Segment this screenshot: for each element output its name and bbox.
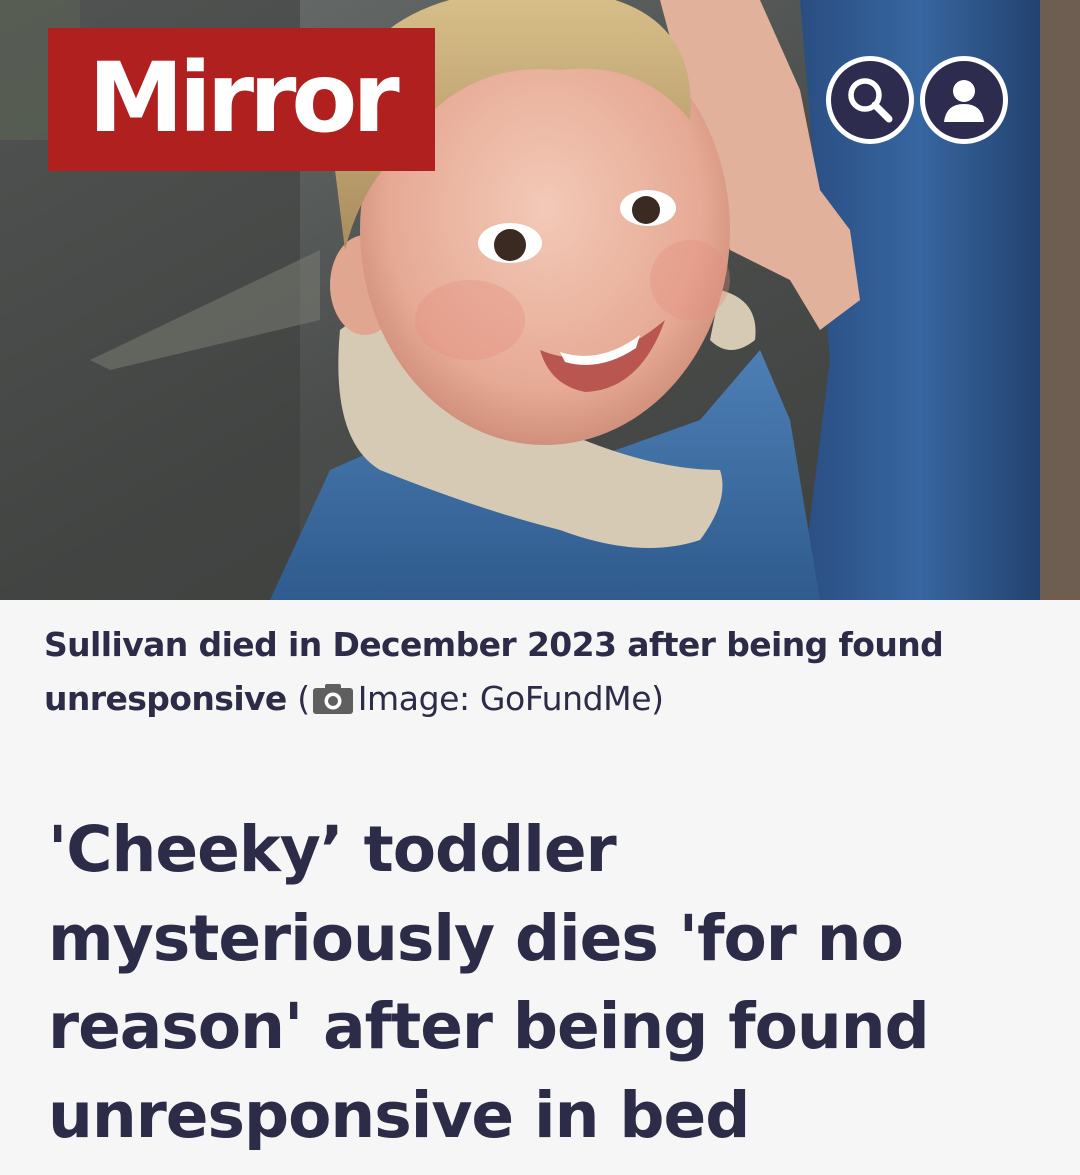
search-icon <box>848 78 893 123</box>
credit-text: Image: GoFundMe) <box>357 679 664 718</box>
mirror-logo[interactable]: Mirror <box>48 28 435 171</box>
account-button[interactable] <box>920 56 1008 144</box>
search-button[interactable] <box>826 56 914 144</box>
user-icon <box>944 80 984 122</box>
camera-icon <box>312 677 354 731</box>
image-credit: ( Image: GoFundMe) <box>297 679 664 718</box>
image-caption: Sullivan died in December 2023 after bei… <box>44 618 1044 731</box>
credit-open-paren: ( <box>297 679 310 718</box>
article-page: Mirror Sullivan died in December 2023 af… <box>0 0 1080 1175</box>
article-headline: 'Cheeky’ toddler mysteriously dies 'for … <box>48 813 930 1152</box>
logo-text: Mirror <box>88 41 399 154</box>
